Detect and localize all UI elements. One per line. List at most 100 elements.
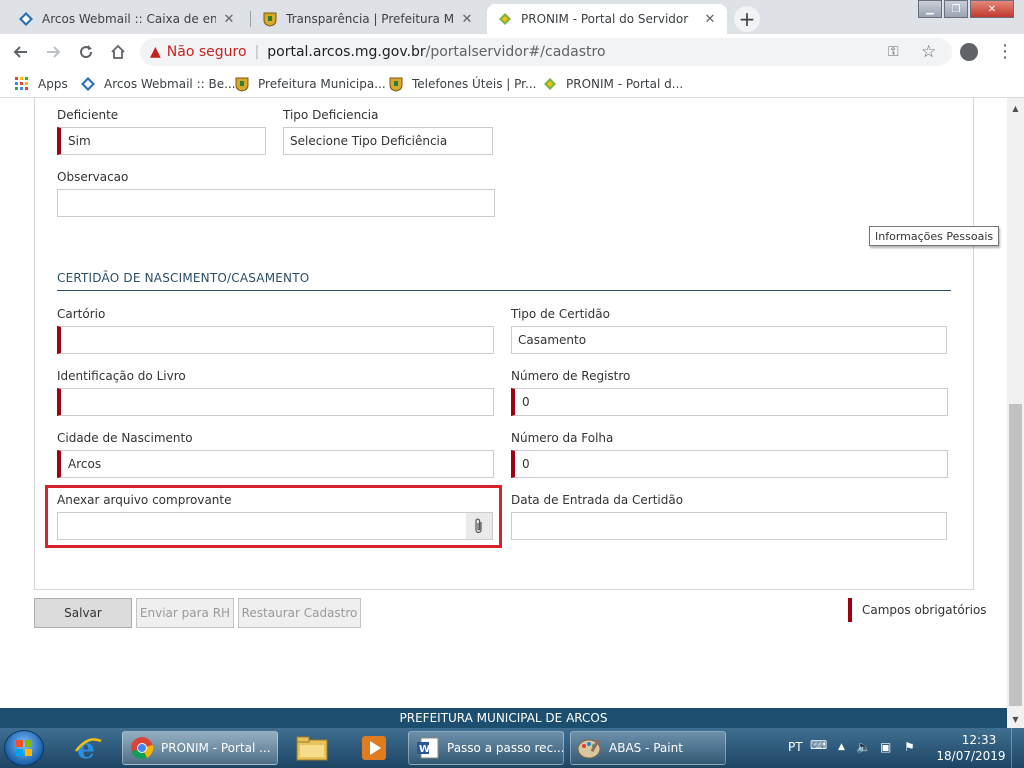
paint-icon [577,735,603,761]
clock-time[interactable]: 12:33 [954,733,1004,747]
tab-close-icon[interactable]: ✕ [222,12,236,27]
save-button[interactable]: Salvar [34,598,132,628]
required-field-marker [848,598,852,622]
tipo-deficiencia-value: Selecione Tipo Deficiência [290,134,448,148]
identificacao-livro-label: Identificação do Livro [57,369,186,383]
apps-grid-icon [14,76,30,92]
home-button[interactable] [106,40,130,64]
city-crest-icon [234,76,250,92]
scrollbar-thumb[interactable] [1009,404,1022,706]
bookmark-webmail[interactable]: Arcos Webmail :: Be... [80,76,236,92]
cidade-nascimento-input[interactable]: Arcos [57,450,494,478]
anexar-arquivo-label: Anexar arquivo comprovante [57,493,232,507]
show-hidden-icons-icon[interactable]: ▲ [838,742,845,752]
keyboard-icon[interactable]: ⌨ [810,738,827,752]
tipo-certidao-label: Tipo de Certidão [511,307,610,321]
media-player-icon[interactable] [354,732,394,764]
tipo-deficiencia-select[interactable]: Selecione Tipo Deficiência [283,127,493,155]
minimize-button[interactable]: ▁ [918,0,942,18]
section-title: CERTIDÃO DE NASCIMENTO/CASAMENTO [57,271,310,285]
tab-close-icon[interactable]: ✕ [460,12,474,27]
numero-registro-value: 0 [522,395,530,409]
paperclip-icon[interactable] [466,513,492,539]
pronim-icon [542,76,558,92]
language-indicator[interactable]: PT [788,740,803,754]
webmail-diamond-icon [80,76,96,92]
observacao-input[interactable] [57,189,495,217]
start-button[interactable] [4,730,44,766]
city-crest-icon [388,76,404,92]
bookmark-label: Arcos Webmail :: Be... [104,77,236,91]
page-scrollbar[interactable]: ▲ ▼ [1007,98,1024,728]
bookmark-label: PRONIM - Portal d... [566,77,684,91]
network-icon[interactable]: ▣ [880,740,891,754]
reload-button[interactable] [74,40,98,64]
bookmark-apps[interactable]: Apps [14,76,68,92]
scroll-up-arrow-icon[interactable]: ▲ [1007,104,1024,113]
key-icon[interactable]: ⚿ [888,44,899,60]
address-bar[interactable]: ▲ Não seguro | portal.arcos.mg.gov.br /p… [140,38,952,66]
numero-folha-label: Número da Folha [511,431,614,445]
taskbar-chrome-pronim[interactable]: PRONIM - Portal ... [122,731,278,765]
close-window-button[interactable]: ✕ [970,0,1014,18]
page-footer: PREFEITURA MUNICIPAL DE ARCOS [0,708,1007,728]
file-explorer-icon[interactable] [292,732,332,764]
menu-kebab-icon[interactable]: ⋮ [996,41,1014,62]
forward-button[interactable] [42,40,66,64]
taskbar-paint[interactable]: ABAS - Paint [570,731,726,765]
bookmark-label: Prefeitura Municipa... [258,77,386,91]
pronim-icon [497,11,513,27]
clock-date[interactable]: 18/07/2019 [936,749,1006,763]
footer-text: PREFEITURA MUNICIPAL DE ARCOS [399,711,608,725]
numero-folha-input[interactable]: 0 [511,450,948,478]
windows-taskbar: e PRONIM - Portal ... W Passo a passo re… [0,728,1024,768]
cartorio-input[interactable] [57,326,494,354]
numero-registro-label: Número de Registro [511,369,631,383]
new-tab-button[interactable]: + [734,6,760,32]
scroll-down-arrow-icon[interactable]: ▼ [1007,715,1024,724]
maximize-button[interactable]: ❐ [944,0,968,18]
tipo-certidao-select[interactable]: Casamento [511,326,947,354]
tipo-deficiencia-label: Tipo Deficiencia [283,108,379,122]
tab-title: Arcos Webmail :: Caixa de entrad [42,12,216,26]
windows-logo-icon [16,740,32,756]
tab-transparencia[interactable]: Transparência | Prefeitura Munic ✕ [252,4,484,34]
back-button[interactable] [8,40,32,64]
numero-registro-input[interactable]: 0 [511,388,948,416]
tab-webmail[interactable]: Arcos Webmail :: Caixa de entrad ✕ [8,4,246,34]
data-entrada-input[interactable] [511,512,947,540]
page-viewport: Deficiente Sim Tipo Deficiencia Selecion… [0,98,1007,708]
chrome-icon [129,735,155,761]
url-path: /portalservidor#/cadastro [425,44,606,60]
address-separator: | [254,44,260,60]
taskbar-word-document[interactable]: W Passo a passo rec... [408,731,564,765]
tab-pronim[interactable]: PRONIM - Portal do Servidor ✕ [487,4,727,34]
required-fields-legend: Campos obrigatórios [862,603,987,617]
security-status[interactable]: Não seguro [167,44,247,60]
reload-icon [80,45,93,59]
tab-close-icon[interactable]: ✕ [703,12,717,27]
word-icon: W [415,735,441,761]
action-center-flag-icon[interactable]: ⚑ [904,740,915,754]
tab-title: Transparência | Prefeitura Munic [286,12,454,26]
anexar-arquivo-input[interactable] [57,512,493,540]
identificacao-livro-input[interactable] [57,388,494,416]
taskbar-task-label: ABAS - Paint [609,741,683,755]
bookmark-telefones[interactable]: Telefones Úteis | Pr... [388,76,536,92]
deficiente-select[interactable]: Sim [57,127,266,155]
forward-arrow-icon [47,46,61,58]
internet-explorer-icon[interactable]: e [68,732,108,764]
bookmark-star-icon[interactable]: ☆ [921,42,936,62]
show-desktop-button[interactable] [1011,728,1024,768]
profile-avatar-icon[interactable] [960,43,978,61]
deficiente-label: Deficiente [57,108,119,122]
bookmark-label: Apps [38,77,68,91]
home-icon [111,44,125,59]
bookmark-prefeitura[interactable]: Prefeitura Municipa... [234,76,386,92]
tab-title: PRONIM - Portal do Servidor [521,12,689,26]
bookmark-pronim[interactable]: PRONIM - Portal d... [542,76,683,92]
send-to-rh-button[interactable]: Enviar para RH [136,598,234,628]
restore-registration-button[interactable]: Restaurar Cadastro [238,598,361,628]
volume-icon[interactable]: 🔈 [856,740,871,754]
tooltip-informacoes-pessoais: Informações Pessoais [869,226,1000,246]
